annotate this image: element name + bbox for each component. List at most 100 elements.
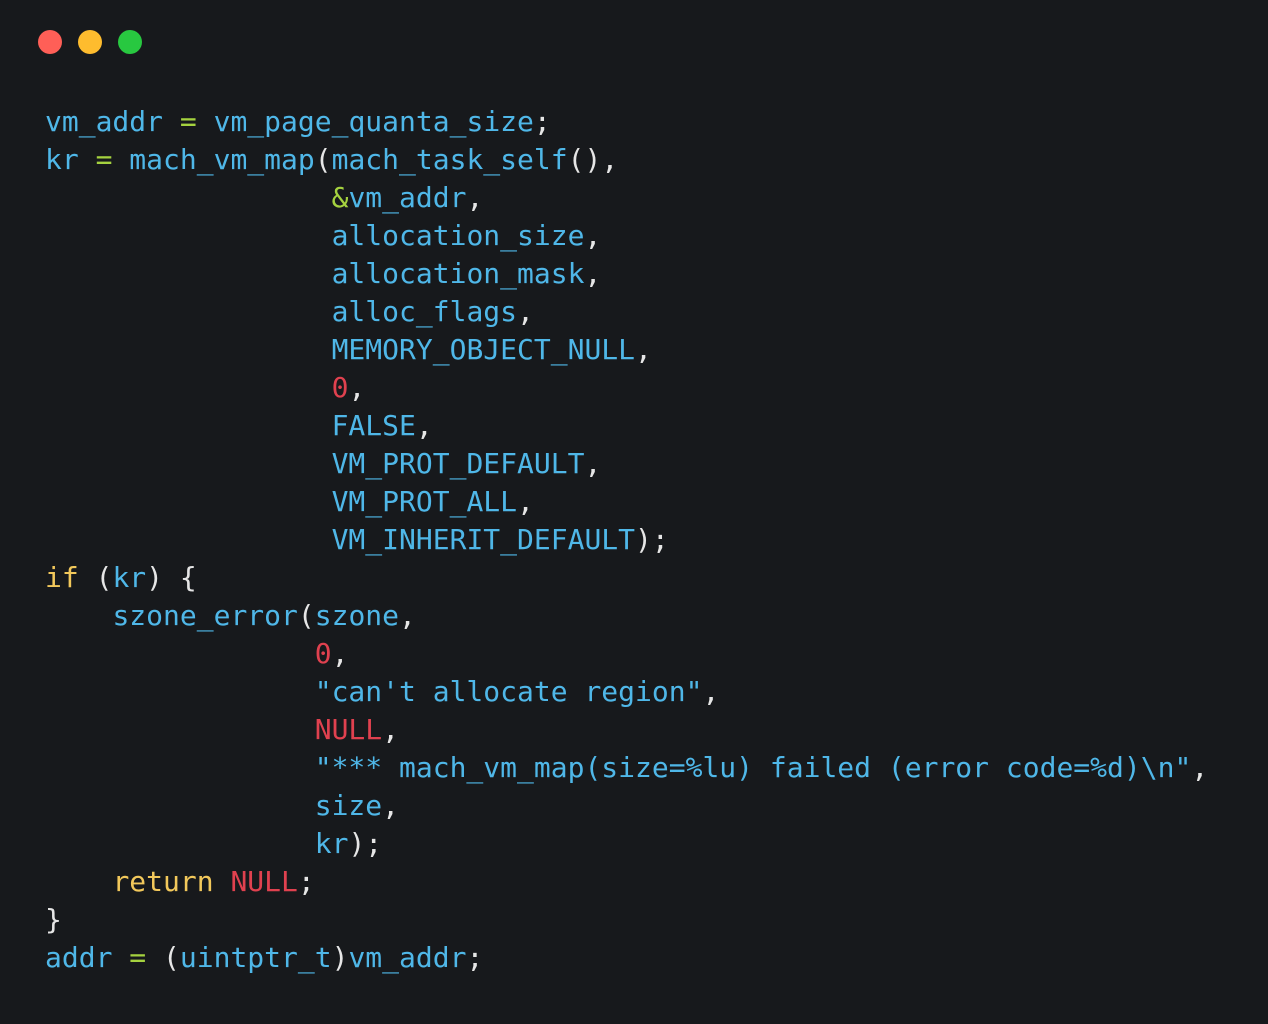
code-token: FALSE xyxy=(331,409,416,442)
code-token: szone_error xyxy=(112,599,298,632)
code-token: alloc_flags xyxy=(331,295,518,328)
code-line: &vm_addr, xyxy=(45,179,1208,217)
code-line: } xyxy=(45,901,1208,939)
code-line: VM_PROT_DEFAULT, xyxy=(45,445,1208,483)
code-line: NULL, xyxy=(45,711,1208,749)
code-token: = xyxy=(179,105,197,138)
code-token: , xyxy=(702,675,720,708)
code-token: uintptr_t xyxy=(179,941,332,974)
code-line: allocation_size, xyxy=(45,217,1208,255)
code-line: szone_error(szone, xyxy=(45,597,1208,635)
code-token: , xyxy=(635,333,652,366)
code-token: addr xyxy=(45,941,113,974)
code-token: , xyxy=(1191,751,1209,784)
code-line: if (kr) { xyxy=(45,559,1208,597)
code-token: 0 xyxy=(314,637,332,670)
code-token: NULL xyxy=(230,865,298,898)
code-token: kr xyxy=(314,827,349,860)
code-block: vm_addr = vm_page_quanta_size; kr = mach_… xyxy=(45,103,1208,977)
code-token: , xyxy=(348,371,366,404)
code-token: "*** mach_vm_map(size=%lu) failed (error… xyxy=(314,751,1192,784)
code-token: , xyxy=(517,295,534,328)
code-token: ; xyxy=(466,941,484,974)
code-line: MEMORY_OBJECT_NULL, xyxy=(45,331,1208,369)
code-line: addr = (uintptr_t)vm_addr; xyxy=(45,939,1208,977)
zoom-button[interactable] xyxy=(118,30,142,54)
code-token: ) { xyxy=(146,561,197,594)
code-token: , xyxy=(517,485,534,518)
code-token: , xyxy=(584,447,602,480)
code-line: kr); xyxy=(45,825,1208,863)
code-token: (), xyxy=(567,143,619,176)
code-token: return xyxy=(112,865,214,898)
code-token: vm_addr xyxy=(45,105,164,138)
code-token: VM_PROT_ALL xyxy=(331,485,518,518)
code-line: kr = mach_vm_map(mach_task_self(), xyxy=(45,141,1208,179)
code-line: size, xyxy=(45,787,1208,825)
code-line: vm_addr = vm_page_quanta_size; xyxy=(45,103,1208,141)
code-line: alloc_flags, xyxy=(45,293,1208,331)
code-token: vm_addr xyxy=(348,181,467,214)
code-token: VM_INHERIT_DEFAULT xyxy=(331,523,636,556)
code-token: , xyxy=(382,789,400,822)
code-token: ( xyxy=(146,941,180,974)
minimize-button[interactable] xyxy=(78,30,102,54)
code-token: ; xyxy=(533,105,551,138)
code-line: "*** mach_vm_map(size=%lu) failed (error… xyxy=(45,749,1208,787)
code-token: mach_task_self xyxy=(331,143,568,176)
code-window: vm_addr = vm_page_quanta_size; kr = mach_… xyxy=(0,0,1268,1024)
code-line: "can't allocate region", xyxy=(45,673,1208,711)
code-token: , xyxy=(584,219,602,252)
code-line: allocation_mask, xyxy=(45,255,1208,293)
code-line: 0, xyxy=(45,635,1208,673)
code-token: allocation_mask xyxy=(331,257,585,290)
code-token: MEMORY_OBJECT_NULL xyxy=(331,333,636,366)
code-token: 0 xyxy=(331,371,349,404)
code-token: ( xyxy=(314,143,332,176)
code-token: kr xyxy=(112,561,147,594)
code-line: return NULL; xyxy=(45,863,1208,901)
code-token: "can't allocate region" xyxy=(314,675,703,708)
code-token: , xyxy=(382,713,400,746)
code-token: NULL xyxy=(314,713,383,746)
code-token: } xyxy=(45,903,62,936)
code-token: ); xyxy=(635,523,669,556)
code-token: , xyxy=(466,181,484,214)
code-token: ); xyxy=(348,827,383,860)
code-token: ( xyxy=(78,561,113,594)
code-token: allocation_size xyxy=(331,219,585,252)
window-controls xyxy=(38,30,142,54)
code-token: ( xyxy=(297,599,315,632)
code-token: mach_vm_map xyxy=(129,143,315,176)
code-token: kr xyxy=(45,143,79,176)
close-button[interactable] xyxy=(38,30,62,54)
code-token: ; xyxy=(297,865,315,898)
code-line: FALSE, xyxy=(45,407,1208,445)
code-token: szone xyxy=(314,599,400,632)
code-token: , xyxy=(415,409,433,442)
code-token: = xyxy=(129,941,147,974)
code-token: VM_PROT_DEFAULT xyxy=(331,447,585,480)
code-token: vm_addr xyxy=(348,941,467,974)
